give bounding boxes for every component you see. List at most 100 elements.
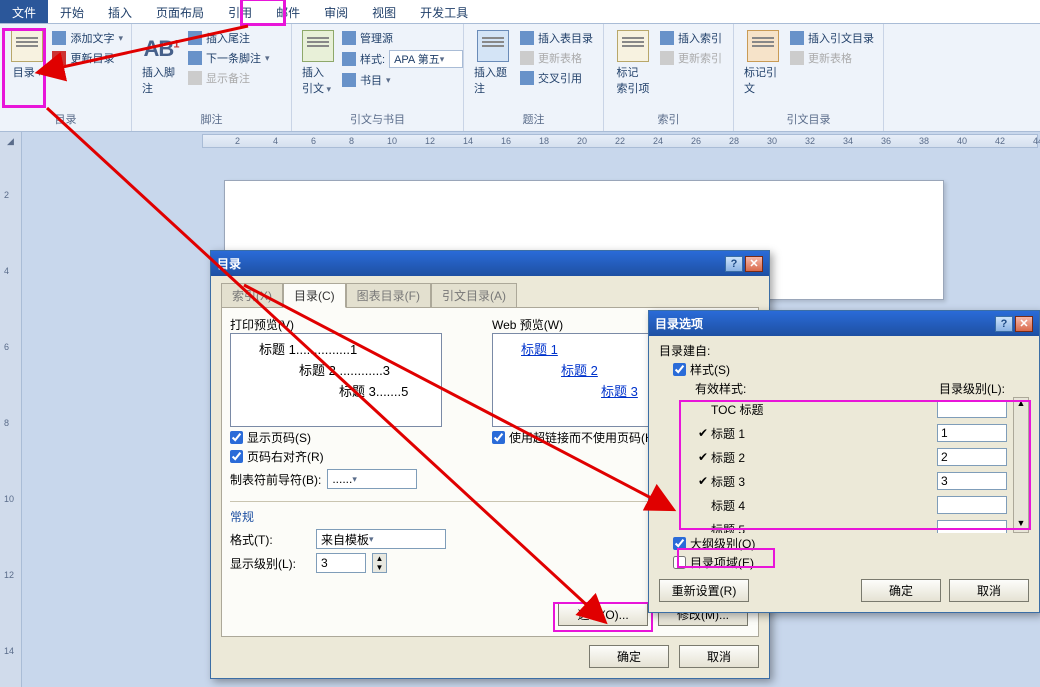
tbl-icon [520,31,534,45]
outline-checkbox[interactable] [673,537,686,550]
updauth-icon [790,51,804,65]
group-label-caption: 题注 [472,109,595,131]
menu-review[interactable]: 审阅 [312,0,360,23]
show-icon [188,71,202,85]
menu-dev[interactable]: 开发工具 [408,0,480,23]
next-footnote-button[interactable]: 下一条脚注 [188,48,270,68]
ruler[interactable]: 2468101214161820222426283032343638404244 [202,134,1038,148]
insert-caption-button[interactable]: 插入题注 [472,28,514,98]
build-from-label: 目录建自: [659,342,1029,359]
menu-references[interactable]: 引用 [216,0,264,23]
menu-mail[interactable]: 邮件 [264,0,312,23]
style-name: 标题 1 [711,425,937,442]
style-row: ✔ 标题 2 [695,445,1029,469]
hyperlink-checkbox[interactable] [492,431,505,444]
toc-button[interactable]: 目录 [8,28,46,82]
options-help-button[interactable]: ? [995,316,1013,332]
options-close-button[interactable]: ✕ [1015,316,1033,332]
show-page-checkbox[interactable] [230,431,243,444]
insert-index-button[interactable]: 插入索引 [660,28,722,48]
ruler-vertical[interactable]: 2468101214 [0,150,22,687]
scrollbar[interactable]: ▲ ▼ [1013,397,1029,533]
level-input[interactable] [937,424,1007,442]
dialog-titlebar[interactable]: 目录 ? ✕ [211,251,769,276]
menu-layout[interactable]: 页面布局 [144,0,216,23]
style-row: 标题 4 [695,493,1029,517]
updidx-icon [660,51,674,65]
tab-figures[interactable]: 图表目录(F) [346,283,431,308]
group-label-citation: 引文与书目 [300,109,455,131]
update-toc-button[interactable]: 更新目录 [52,48,123,68]
style-icon [342,52,356,66]
field-label: 目录项域(E) [690,554,754,571]
insert-footnote-button[interactable]: AB1 插入脚注 [140,28,182,98]
options-ok-button[interactable]: 确定 [861,579,941,602]
auth-icon [747,30,779,62]
citation-style-combo[interactable]: 样式: APA 第五 [342,48,463,70]
group-label-toc: 目录 [8,109,123,131]
options-cancel-button[interactable]: 取消 [949,579,1029,602]
ok-button[interactable]: 确定 [589,645,669,668]
level-input[interactable] [937,520,1007,533]
close-button[interactable]: ✕ [745,256,763,272]
format-label: 格式(T): [230,531,310,548]
tab-toc[interactable]: 目录(C) [283,283,346,308]
leader-combo[interactable]: ...... [327,469,417,489]
manage-sources-button[interactable]: 管理源 [342,28,463,48]
endnote-icon [188,31,202,45]
level-input[interactable] [937,448,1007,466]
style-name: 标题 3 [711,473,937,490]
mark-citation-button[interactable]: 标记引文 [742,28,784,98]
options-titlebar[interactable]: 目录选项 ? ✕ [649,311,1039,336]
menubar: 文件 开始 插入 页面布局 引用 邮件 审阅 视图 开发工具 [0,0,1040,24]
styles-checkbox[interactable] [673,363,686,376]
style-list: TOC 标题 ✔ 标题 1 ✔ 标题 2 ✔ 标题 3 标题 4 标题 5 ▲ … [695,397,1029,533]
level-label: 显示级别(L): [230,555,310,572]
insert-endnote-button[interactable]: 插入尾注 [188,28,270,48]
index-label: 标记 索引项 [617,64,650,96]
cross-ref-button[interactable]: 交叉引用 [520,68,593,88]
insert-table-figures-button[interactable]: 插入表目录 [520,28,593,48]
index-icon [617,30,649,62]
field-checkbox[interactable] [673,556,686,569]
toc-options-dialog: 目录选项 ? ✕ 目录建自: 样式(S) 有效样式: 目录级别(L): TOC … [648,310,1040,613]
citation-icon [302,30,334,62]
style-check-icon: ✔ [695,450,711,464]
menu-file[interactable]: 文件 [0,0,48,23]
menu-insert[interactable]: 插入 [96,0,144,23]
help-button[interactable]: ? [725,256,743,272]
cancel-button[interactable]: 取消 [679,645,759,668]
tab-authorities[interactable]: 引文目录(A) [431,283,517,308]
insert-authorities-button[interactable]: 插入引文目录 [790,28,874,48]
update-table-button: 更新表格 [520,48,593,68]
styles-label: 样式(S) [690,361,730,378]
style-name: 标题 2 [711,449,937,466]
reset-button[interactable]: 重新设置(R) [659,579,749,602]
caption-label: 插入题注 [474,64,512,96]
style-name: 标题 4 [711,497,937,514]
format-combo[interactable]: 来自模板 [316,529,446,549]
level-input[interactable] [937,400,1007,418]
mark-index-button[interactable]: 标记 索引项 [612,28,654,98]
dialog-title: 目录 [217,255,241,272]
style-row: TOC 标题 [695,397,1029,421]
level-input[interactable] [937,496,1007,514]
right-align-label: 页码右对齐(R) [247,448,324,465]
group-label-index: 索引 [612,109,725,131]
menu-view[interactable]: 视图 [360,0,408,23]
level-input[interactable] [937,472,1007,490]
insidx-icon [660,31,674,45]
menu-home[interactable]: 开始 [48,0,96,23]
outline-label: 大纲级别(O) [690,535,755,552]
level-spinner[interactable]: 3 [316,553,366,573]
spinner-arrows[interactable]: ▲▼ [372,553,387,573]
auth-label: 标记引文 [744,64,782,96]
insert-citation-button[interactable]: 插入引文 [300,28,336,98]
tab-index[interactable]: 索引(X) [221,283,283,308]
right-align-checkbox[interactable] [230,450,243,463]
options-button[interactable]: 选项(O)... [558,603,648,626]
print-preview-box: 标题 1...............1 标题 2 ............3 … [230,333,442,427]
update-index-button: 更新索引 [660,48,722,68]
add-text-button[interactable]: 添加文字 [52,28,123,48]
bibliography-button[interactable]: 书目 [342,70,463,90]
